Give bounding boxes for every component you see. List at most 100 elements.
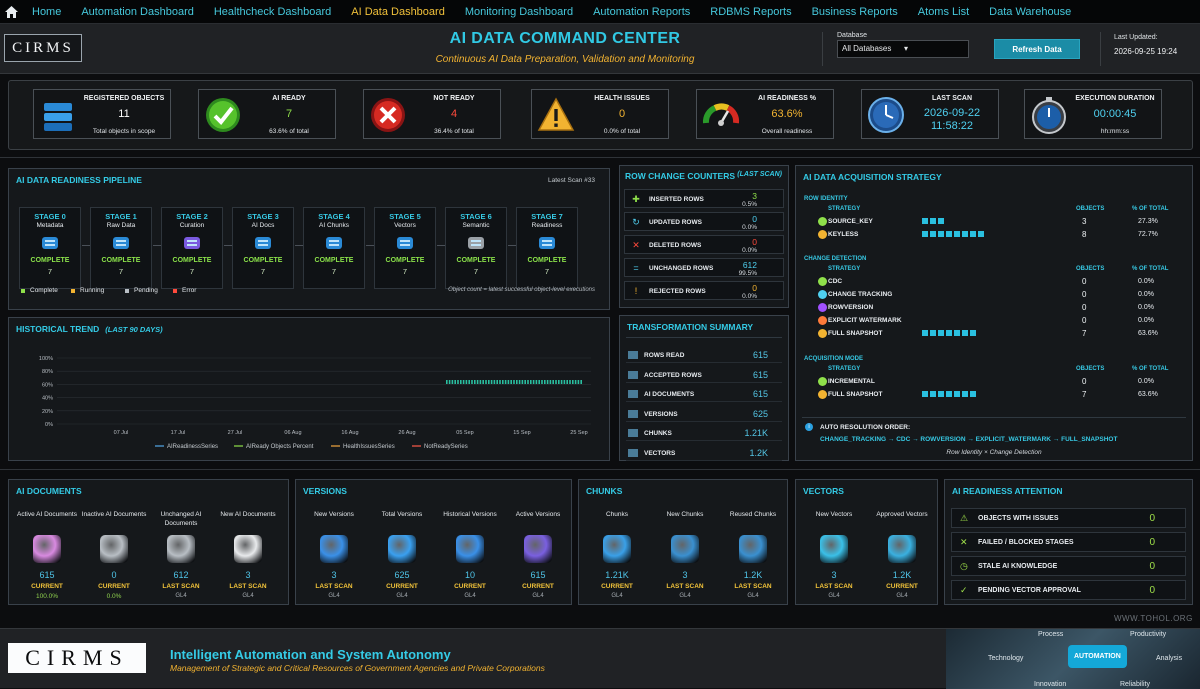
layers-icon [388, 535, 416, 563]
database-icon [38, 95, 78, 135]
legend-label: Complete [30, 287, 58, 294]
x-tick-label: 16 Aug [341, 430, 358, 436]
vectors-panel: VECTORS New Vectors 3 LAST SCAN GL4 Approved… [795, 479, 938, 605]
strategy-label: SOURCE_KEY [828, 218, 873, 225]
strategy-pct: 0.0% [1138, 378, 1154, 385]
refresh-button[interactable]: Refresh Data [994, 39, 1080, 59]
legend-label: HealthIssuesSeries [343, 444, 395, 450]
card-title: New Vectors [815, 511, 853, 518]
strategy-row: CDC 0 0.0% [804, 276, 1184, 288]
attention-value: 0 [1149, 585, 1155, 596]
vectors-card[interactable]: New Vectors 3 LAST SCAN GL4 [801, 510, 867, 599]
brain-icon [100, 535, 128, 563]
bar-segment [970, 231, 976, 237]
chunks-card[interactable]: Reused Chunks 1.2K LAST SCAN GL4 [720, 510, 786, 599]
pipeline-stage[interactable]: STAGE 0 Metadata COMPLETE 7 [19, 207, 81, 289]
stage-count: 7 [189, 267, 195, 276]
attention-row[interactable]: ◷ STALE AI KNOWLEDGE 0 [951, 556, 1186, 576]
attention-row[interactable]: ✕ FAILED / BLOCKED STAGES 0 [951, 532, 1186, 552]
stage-desc: Readiness [531, 222, 563, 229]
row-change-title: ROW CHANGE COUNTERS [625, 171, 735, 181]
hex-label: Productivity [1130, 631, 1167, 638]
strategy-icon [818, 277, 827, 286]
versions-card[interactable]: Historical Versions 10 CURRENT GL4 [437, 510, 503, 599]
kpi-value: 7 [285, 108, 293, 120]
versions-card[interactable]: Total Versions 625 CURRENT GL4 [369, 510, 435, 599]
ai_documents-card[interactable]: Inactive AI Documents 0 CURRENT 0.0% [81, 510, 147, 600]
card-status: CURRENT [31, 583, 63, 590]
kpi-strip: REGISTERED OBJECTS 11 Total objects in sco… [8, 80, 1193, 150]
nav-item-healthcheck-dashboard[interactable]: Healthcheck Dashboard [204, 6, 341, 18]
bar-segment [922, 330, 928, 336]
attention-label: STALE AI KNOWLEDGE [978, 563, 1058, 570]
chunks-card[interactable]: New Chunks 3 LAST SCAN GL4 [652, 510, 718, 599]
attention-panel: AI READINESS ATTENTION ⚠ OBJECTS WITH ISS… [944, 479, 1193, 605]
legend-swatch [173, 288, 177, 293]
attention-row[interactable]: ✓ PENDING VECTOR APPROVAL 0 [951, 580, 1186, 600]
kpi-title: REGISTERED OBJECTS [83, 95, 165, 102]
pipeline-stage[interactable]: STAGE 6 Semantic COMPLETE 7 [445, 207, 507, 289]
strategy-label: KEYLESS [828, 231, 859, 238]
nav-item-automation-dashboard[interactable]: Automation Dashboard [71, 6, 204, 18]
pipeline-stage[interactable]: STAGE 1 Raw Data COMPLETE 7 [90, 207, 152, 289]
stage-connector [224, 245, 232, 246]
bar-segment [954, 391, 960, 397]
ai_documents-card[interactable]: Unchanged AI Documents 612 LAST SCAN GL4 [148, 510, 214, 599]
trend-chart: 100% 80% 60% 40% 20% 0% 07 Jul 17 Jul 27 Jul 06 A… [39, 356, 591, 450]
pipeline-title: AI DATA READINESS PIPELINE [16, 175, 142, 185]
pipeline-stage[interactable]: STAGE 7 Readiness COMPLETE 7 [516, 207, 578, 289]
pipeline-stage[interactable]: STAGE 3 AI Docs COMPLETE 7 [232, 207, 294, 289]
card-title: New AI Documents [220, 511, 276, 518]
cubes-icon [671, 535, 699, 563]
chunks-card[interactable]: Chunks 1.21K CURRENT GL4 [584, 510, 650, 599]
stage-count: 7 [331, 267, 337, 276]
versions-card[interactable]: Active Versions 615 CURRENT GL4 [505, 510, 571, 599]
strategy-objects: 0 [1082, 277, 1087, 286]
nav-item-ai-data-dashboard[interactable]: AI Data Dashboard [341, 6, 455, 18]
nav-item-data-warehouse[interactable]: Data Warehouse [979, 6, 1081, 18]
x-tick-label: 07 Jul [114, 430, 129, 436]
versions-panel: VERSIONS New Versions 3 LAST SCAN GL4 Total … [295, 479, 572, 605]
transformation-row: AI DOCUMENTS 615 [626, 386, 782, 402]
kpi-card-ai-ready: AI READY 7 63.6% of total [198, 89, 336, 139]
kpi-subtext: hh:mm:ss [1100, 128, 1130, 135]
ai_documents-card[interactable]: Active AI Documents 615 CURRENT 100.0% [14, 510, 80, 600]
row-change-panel: ROW CHANGE COUNTERS (LAST SCAN) ✚ INSERTE… [619, 165, 789, 308]
nav-item-rdbms-reports[interactable]: RDBMS Reports [700, 6, 801, 18]
header: CIRMS AI DATA COMMAND CENTER Continuous … [0, 24, 1200, 74]
card-value: 615 [39, 570, 55, 580]
attention-row[interactable]: ⚠ OBJECTS WITH ISSUES 0 [951, 508, 1186, 528]
home-icon[interactable] [0, 0, 22, 24]
section-label: CHANGE DETECTION [804, 256, 867, 262]
auto-resolution-note: Row Identity × Change Detection [946, 449, 1042, 456]
nav-item-business-reports[interactable]: Business Reports [802, 6, 908, 18]
card-status: CURRENT [98, 583, 130, 590]
pct-header: % OF TOTAL [1132, 206, 1169, 212]
nav-item-automation-reports[interactable]: Automation Reports [583, 6, 700, 18]
legend-label: NotReadySeries [424, 444, 468, 450]
strategy-icon [818, 377, 827, 386]
stage-connector [508, 245, 516, 246]
stage-desc: Semantic [462, 222, 490, 229]
kpi-subtext: 36.4% of total [434, 128, 474, 135]
pipeline-stage[interactable]: STAGE 5 Vectors COMPLETE 7 [374, 207, 436, 289]
versions-card[interactable]: New Versions 3 LAST SCAN GL4 [301, 510, 367, 599]
stage-icon [536, 234, 558, 252]
bar-segment [922, 391, 928, 397]
pipeline-panel: AI DATA READINESS PIPELINE Latest Scan #… [8, 168, 610, 310]
row-counter-label: UNCHANGED ROWS [649, 265, 714, 272]
divider [1100, 32, 1101, 66]
vectors-card[interactable]: Approved Vectors 1.2K CURRENT GL4 [869, 510, 935, 599]
attention-value: 0 [1149, 513, 1155, 524]
layers-icon [320, 535, 348, 563]
strategy-objects: 3 [1082, 217, 1087, 226]
ai_documents-card[interactable]: New AI Documents 3 LAST SCAN GL4 [215, 510, 281, 599]
database-select[interactable]: All Databases ▾ [837, 40, 969, 58]
card-status: CURRENT [386, 583, 418, 590]
legend-label: Pending [134, 287, 158, 294]
nav-item-atoms-list[interactable]: Atoms List [908, 6, 979, 18]
pipeline-stage[interactable]: STAGE 2 Curation COMPLETE 7 [161, 207, 223, 289]
nav-item-monitoring-dashboard[interactable]: Monitoring Dashboard [455, 6, 583, 18]
nav-item-home[interactable]: Home [22, 6, 71, 18]
pipeline-stage[interactable]: STAGE 4 AI Chunks COMPLETE 7 [303, 207, 365, 289]
